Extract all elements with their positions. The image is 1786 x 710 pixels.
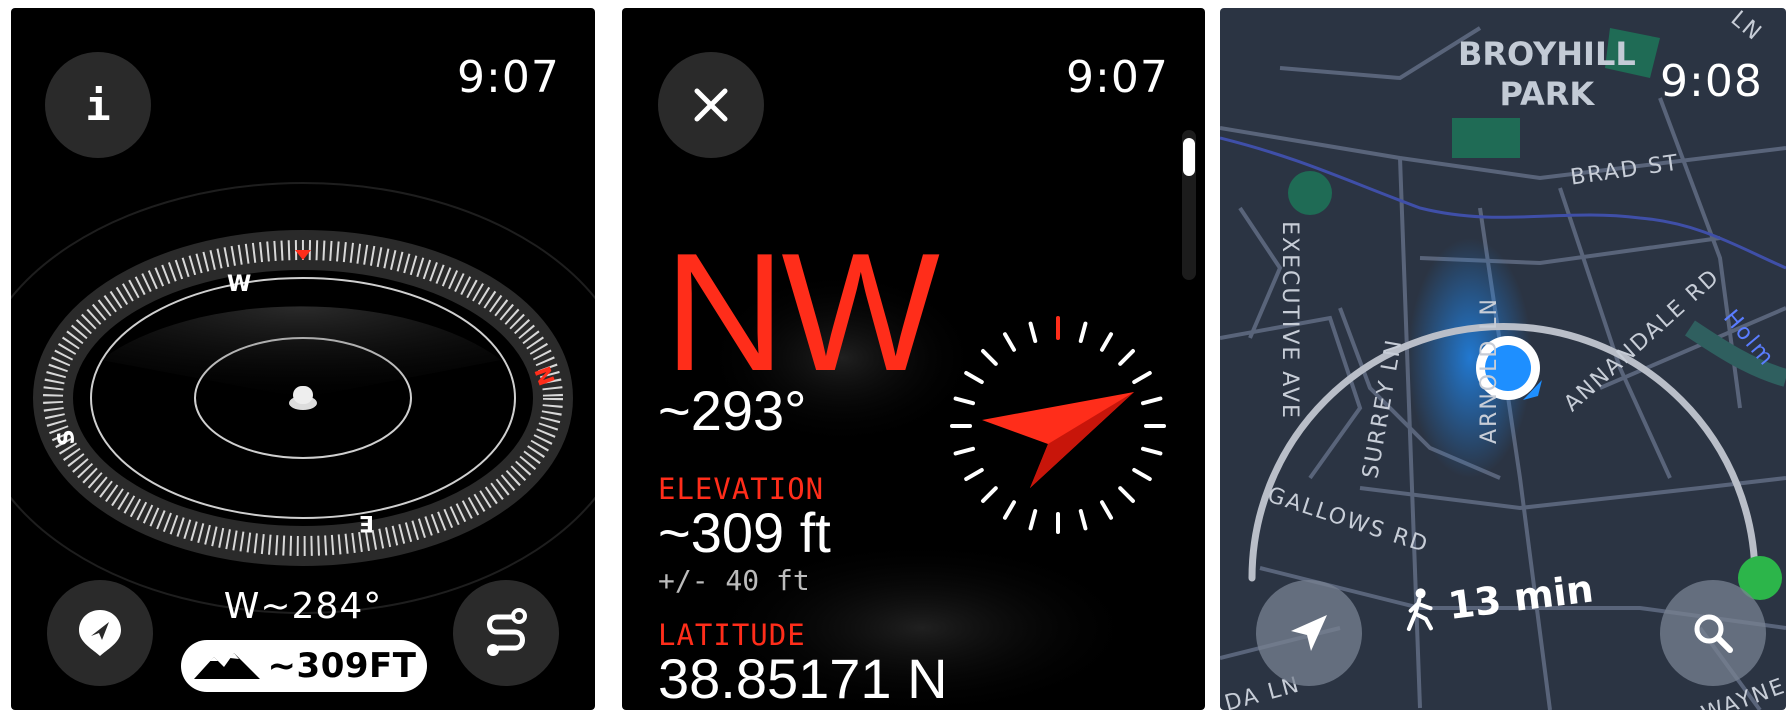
compass-tick — [964, 468, 984, 481]
elevation-value: ~309FT — [267, 646, 417, 686]
scroll-thumb — [1183, 138, 1195, 176]
status-time: 9:08 — [1660, 56, 1763, 107]
compass-tick — [981, 486, 998, 503]
park-label-line2: PARK — [1499, 75, 1595, 113]
compass-tick — [1100, 332, 1113, 352]
search-button[interactable] — [1660, 580, 1766, 686]
status-time: 9:07 — [1066, 52, 1169, 103]
mini-compass-icon — [950, 316, 1166, 534]
compass-tick — [1078, 509, 1088, 531]
street-label-executive: EXECUTIVE AVE — [1276, 221, 1302, 420]
dial-east-letter: E — [359, 510, 375, 535]
compass-tick — [1132, 468, 1152, 481]
street-label-arnold: ARNOLD LN — [1477, 296, 1503, 445]
compass-tick — [1118, 486, 1135, 503]
compass-tick — [1132, 371, 1152, 384]
dial-west-letter: W — [227, 272, 252, 297]
walking-person-icon — [1406, 588, 1433, 632]
compass-tick — [1028, 321, 1038, 343]
compass-tick — [1118, 349, 1135, 366]
status-time: 9:07 — [457, 52, 560, 103]
mountain-icon — [193, 653, 260, 679]
close-icon — [694, 88, 728, 122]
park-label: BROYHILL PARK — [1458, 34, 1636, 114]
info-button[interactable]: i — [45, 52, 151, 158]
heading-readout: W~284° — [223, 586, 383, 627]
recenter-button[interactable] — [1256, 580, 1362, 686]
compass-tick — [1078, 321, 1088, 343]
info-icon: i — [85, 80, 111, 130]
compass-tick — [964, 371, 984, 384]
close-button[interactable] — [658, 52, 764, 158]
compass-tick — [953, 446, 975, 456]
compass-tick — [1003, 500, 1016, 520]
compass-detail-screen: 9:07 NW ~293° ELEVATION ~309 ft +/- 40 f… — [622, 8, 1205, 710]
compass-tick — [953, 396, 975, 406]
heading-degrees: ~293° — [658, 379, 807, 442]
scroll-indicator[interactable] — [1182, 130, 1196, 280]
elevation-pill: ~309FT — [181, 640, 427, 692]
compass-tick — [981, 349, 998, 366]
park-label-line1: BROYHILL — [1458, 35, 1636, 73]
search-icon — [1694, 614, 1733, 653]
elevation-value: ~309 ft — [658, 501, 831, 564]
compass-tick — [1100, 500, 1113, 520]
elevation-accuracy: +/- 40 ft — [658, 564, 810, 597]
compass-tick — [1141, 446, 1163, 456]
cardinal-direction: NW — [664, 218, 940, 406]
compass-tick — [1028, 509, 1038, 531]
latitude-value: 38.85171 N — [658, 647, 948, 710]
navigation-arrow-icon — [1291, 615, 1327, 651]
compass-tick — [1003, 332, 1016, 352]
map-screen[interactable]: BROYHILL PARK 9:08 BRAD ST EXECUTIVE AVE… — [1220, 8, 1786, 710]
compass-tick — [1141, 396, 1163, 406]
compass-screen: W N S E i 9:07 W~284° ~309FT — [11, 8, 595, 710]
